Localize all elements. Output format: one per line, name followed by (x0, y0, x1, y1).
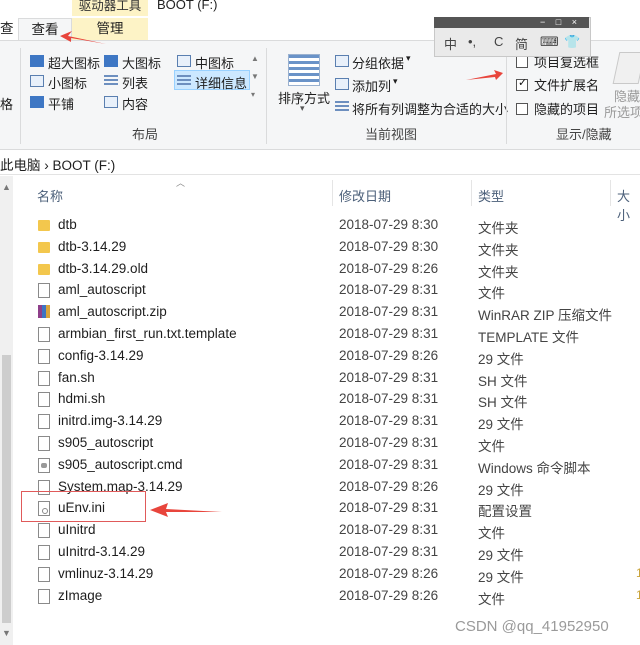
watermark-text: CSDN @qq_41952950 (455, 618, 609, 635)
annotation-arrow (150, 503, 222, 517)
annotation-arrow (60, 31, 106, 44)
annotation-arrow (466, 70, 503, 80)
annotation-arrows (60, 31, 503, 517)
